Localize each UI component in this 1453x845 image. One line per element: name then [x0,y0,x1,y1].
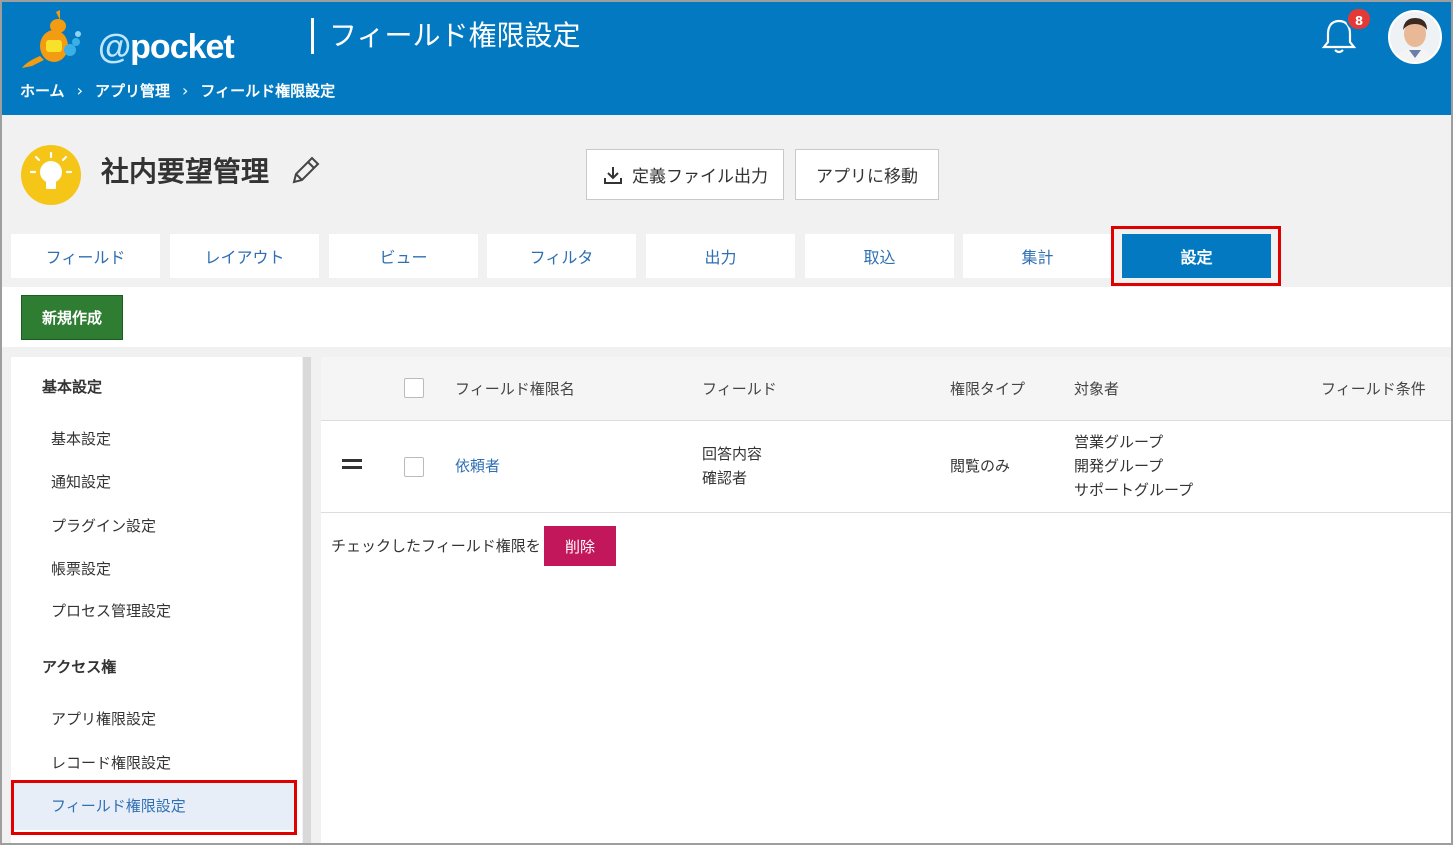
lightbulb-icon [29,151,73,189]
user-avatar[interactable] [1388,10,1442,64]
drag-handle-icon[interactable] [342,459,362,469]
tab-field[interactable]: フィールド [11,234,160,278]
app-name: 社内要望管理 [101,155,270,188]
tab-settings[interactable]: 設定 [1122,234,1271,278]
sidebar-heading-basic: 基本設定 [42,378,103,396]
bulk-action-label: チェックしたフィールド権限を [331,537,541,555]
tab-view[interactable]: ビュー [329,234,478,278]
table-cell-fields: 回答内容 確認者 [702,442,762,490]
notification-badge: 8 [1346,7,1372,31]
sidebar-item-plugin-settings[interactable]: プラグイン設定 [51,515,156,536]
sidebar-item-form-settings[interactable]: 帳票設定 [51,558,111,579]
delete-button[interactable]: 削除 [544,526,616,566]
tab-output[interactable]: 出力 [646,234,795,278]
sidebar-scrollbar[interactable] [303,357,311,843]
field-item: 確認者 [702,469,748,487]
go-to-app-button[interactable]: アプリに移動 [795,149,939,200]
tab-import[interactable]: 取込 [805,234,954,278]
export-definition-label: 定義ファイル出力 [632,167,768,187]
pocket-logo[interactable]: @pocket [18,6,248,70]
permission-name-link[interactable]: 依頼者 [455,454,500,478]
breadcrumb: ホーム › アプリ管理 › フィールド権限設定 [20,80,335,101]
breadcrumb-current: フィールド権限設定 [200,82,336,100]
breadcrumb-separator: › [181,81,189,100]
sidebar-item-process-settings[interactable]: プロセス管理設定 [51,600,171,621]
column-header-permission-type[interactable]: 権限タイプ [950,378,1025,399]
logo-wordmark: @pocket [98,28,235,66]
breadcrumb-app-admin[interactable]: アプリ管理 [95,80,170,101]
tab-layout[interactable]: レイアウト [170,234,319,278]
go-to-app-label: アプリに移動 [816,167,918,187]
breadcrumb-separator: › [76,81,83,100]
sidebar-item-notification-settings[interactable]: 通知設定 [51,471,111,492]
download-icon [604,166,622,184]
sidebar-heading-access: アクセス権 [42,658,117,676]
target-item: サポートグループ [1074,481,1194,499]
field-item: 回答内容 [702,445,763,463]
tab-aggregate[interactable]: 集計 [963,234,1112,278]
user-avatar-icon [1390,12,1440,62]
tab-filter[interactable]: フィルタ [487,234,636,278]
target-item: 開発グループ [1074,457,1164,475]
column-header-field-condition[interactable]: フィールド条件 [1321,378,1426,399]
column-header-name[interactable]: フィールド権限名 [455,378,575,399]
top-header: @pocket フィールド権限設定 ホーム › アプリ管理 › フィールド権限設… [2,2,1451,115]
target-item: 営業グループ [1074,433,1164,451]
column-header-target[interactable]: 対象者 [1074,378,1119,399]
table-cell-permission-type: 閲覧のみ [950,457,1011,475]
row-divider [321,512,1451,513]
sidebar-item-basic-settings[interactable]: 基本設定 [51,428,111,449]
sidebar-item-field-permission[interactable]: フィールド権限設定 [13,780,296,830]
action-toolbar [2,287,1451,347]
table-cell-targets: 営業グループ 開発グループ サポートグループ [1074,430,1193,502]
sidebar-item-app-permission[interactable]: アプリ権限設定 [51,708,156,729]
export-definition-button[interactable]: 定義ファイル出力 [586,149,784,200]
page-title: フィールド権限設定 [329,19,581,52]
row-checkbox[interactable] [404,457,424,477]
column-header-field[interactable]: フィールド [702,378,777,399]
kangaroo-logo-icon [22,10,81,68]
edit-pencil-icon[interactable] [288,154,322,188]
sidebar-item-record-permission[interactable]: レコード権限設定 [51,752,171,773]
app-window: @pocket フィールド権限設定 ホーム › アプリ管理 › フィールド権限設… [0,0,1453,845]
header-divider [311,18,314,54]
permission-table-panel [321,357,1451,843]
select-all-checkbox[interactable] [404,378,424,398]
breadcrumb-home[interactable]: ホーム [20,80,65,101]
app-icon [21,145,81,205]
new-create-button[interactable]: 新規作成 [21,295,123,340]
